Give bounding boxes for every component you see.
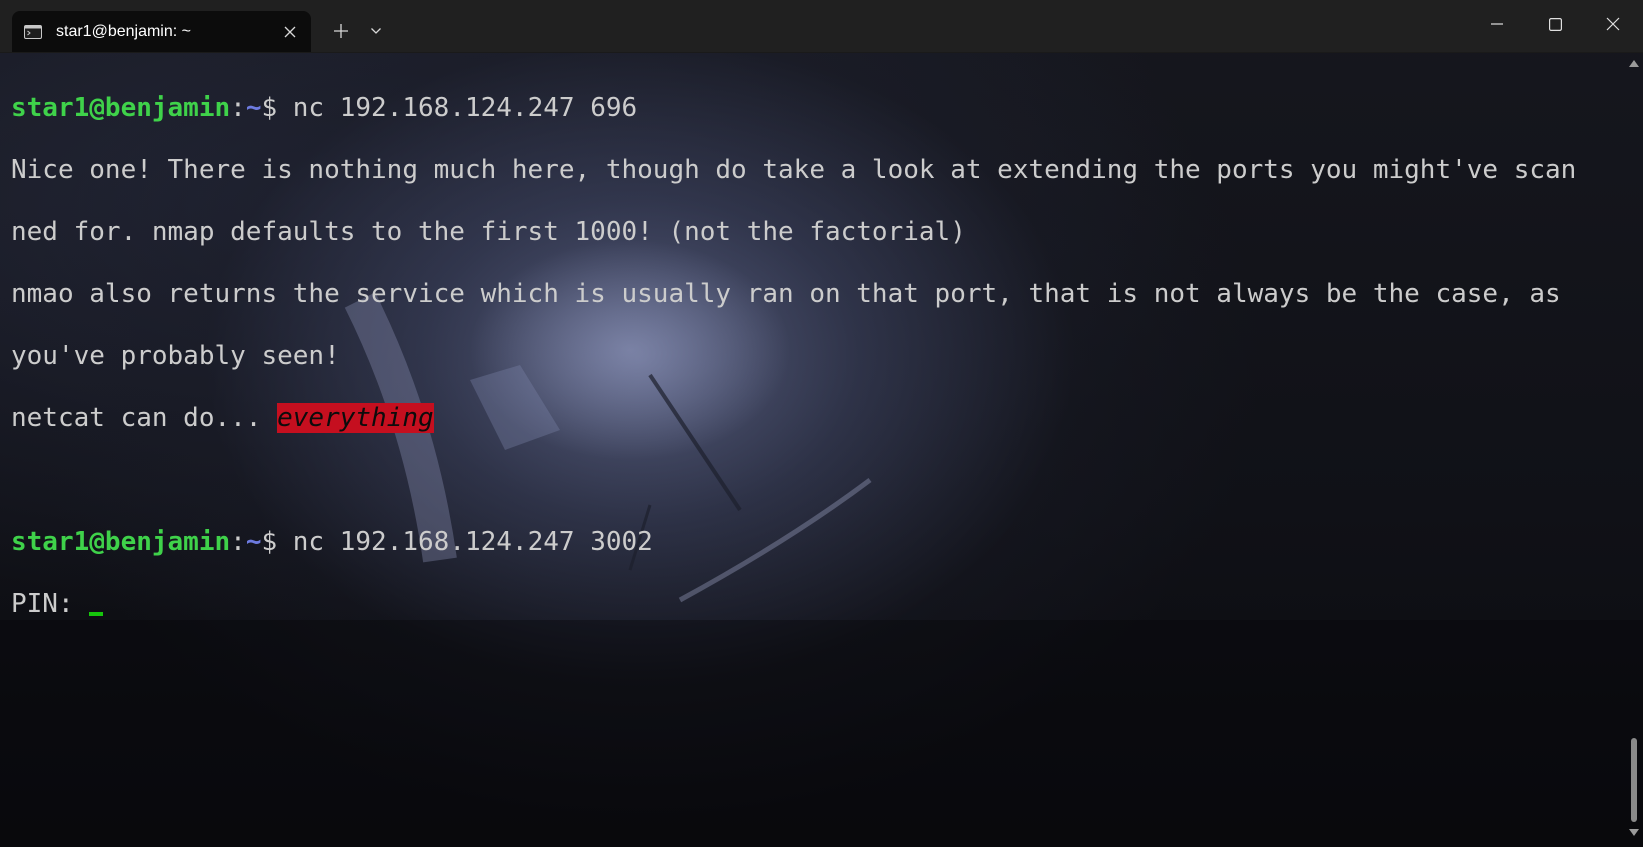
close-icon[interactable] <box>275 17 305 47</box>
output-line: nmao also returns the service which is u… <box>11 279 1561 309</box>
prompt-path: ~ <box>245 93 262 123</box>
prompt-separator: : <box>230 93 246 123</box>
terminal-output[interactable]: star1@benjamin:~$ nc 192.168.124.247 696… <box>0 52 1622 847</box>
prompt-dollar: $ <box>261 527 293 557</box>
prompt-separator: : <box>230 527 246 557</box>
command-text: nc 192.168.124.247 696 <box>292 93 638 123</box>
scroll-down-icon[interactable] <box>1629 827 1639 837</box>
command-line: star1@benjamin:~$ nc 192.168.124.247 696 <box>11 93 1622 124</box>
command-text: nc 192.168.124.247 3002 <box>292 527 653 557</box>
prompt-path: ~ <box>245 527 262 557</box>
terminal-window: star1@benjamin: ~ star1@benjamin:~$ nc 1… <box>0 0 1643 847</box>
output-line: you've probably seen! <box>11 341 340 371</box>
output-text: netcat can do... <box>11 403 278 433</box>
minimize-icon[interactable] <box>1469 0 1525 48</box>
scrollbar-thumb[interactable] <box>1631 738 1637 822</box>
output-line: Nice one! There is nothing much here, th… <box>11 155 1577 185</box>
output-line: ned for. nmap defaults to the first 1000… <box>11 217 966 247</box>
scroll-up-icon[interactable] <box>1629 58 1639 68</box>
tab-title: star1@benjamin: ~ <box>56 22 191 40</box>
maximize-icon[interactable] <box>1527 0 1583 48</box>
terminal-icon <box>24 24 42 39</box>
plus-icon[interactable] <box>326 16 356 46</box>
prompt-dollar: $ <box>261 93 293 123</box>
title-bar: star1@benjamin: ~ <box>0 0 1643 53</box>
close-icon[interactable] <box>1585 0 1641 48</box>
text-cursor <box>89 612 104 616</box>
command-line: star1@benjamin:~$ nc 192.168.124.247 300… <box>11 527 1622 558</box>
terminal-tab[interactable]: star1@benjamin: ~ <box>12 11 311 52</box>
input-line[interactable]: PIN: <box>11 589 1622 620</box>
pin-prompt: PIN: <box>11 589 90 619</box>
output-line: netcat can do... everything <box>11 403 1622 434</box>
chevron-down-icon[interactable] <box>362 16 390 46</box>
vertical-scrollbar[interactable] <box>1625 52 1643 847</box>
highlighted-text: everything <box>277 403 434 433</box>
prompt-user: star1@benjamin <box>11 527 231 557</box>
prompt-user: star1@benjamin <box>11 93 231 123</box>
